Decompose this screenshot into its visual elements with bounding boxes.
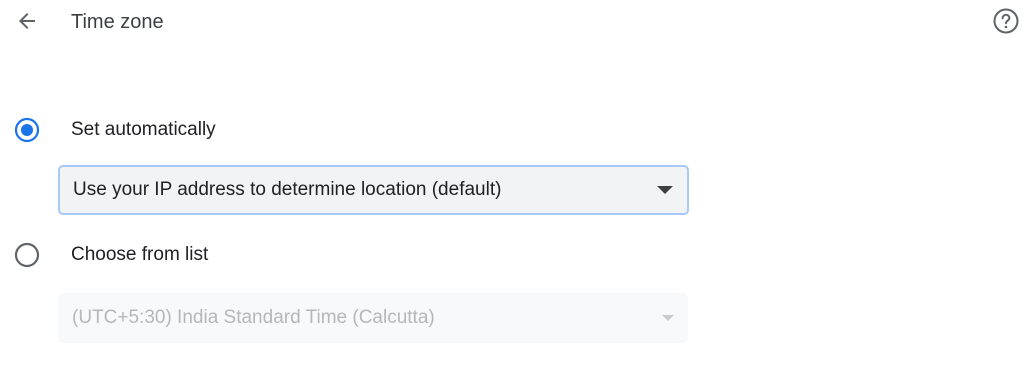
dropdown-arrow-icon xyxy=(657,186,673,194)
back-button[interactable] xyxy=(10,6,44,40)
dropdown-arrow-icon xyxy=(662,315,674,321)
time-zone-value: (UTC+5:30) India Standard Time (Calcutta… xyxy=(72,307,435,328)
location-method-value: Use your IP address to determine locatio… xyxy=(73,179,502,200)
arrow-back-icon xyxy=(15,9,39,38)
page-title: Time zone xyxy=(71,11,164,33)
choose-from-list-radio[interactable] xyxy=(14,242,40,268)
help-button[interactable] xyxy=(989,6,1023,40)
time-zone-page: Time zone Set automatically Use your IP … xyxy=(0,0,1026,374)
help-circle-icon xyxy=(992,7,1020,40)
choose-from-list-label[interactable]: Choose from list xyxy=(71,243,208,267)
time-zone-select: (UTC+5:30) India Standard Time (Calcutta… xyxy=(58,293,688,343)
set-automatically-label[interactable]: Set automatically xyxy=(71,118,216,142)
location-method-select[interactable]: Use your IP address to determine locatio… xyxy=(58,165,689,215)
set-automatically-radio[interactable] xyxy=(14,117,40,143)
